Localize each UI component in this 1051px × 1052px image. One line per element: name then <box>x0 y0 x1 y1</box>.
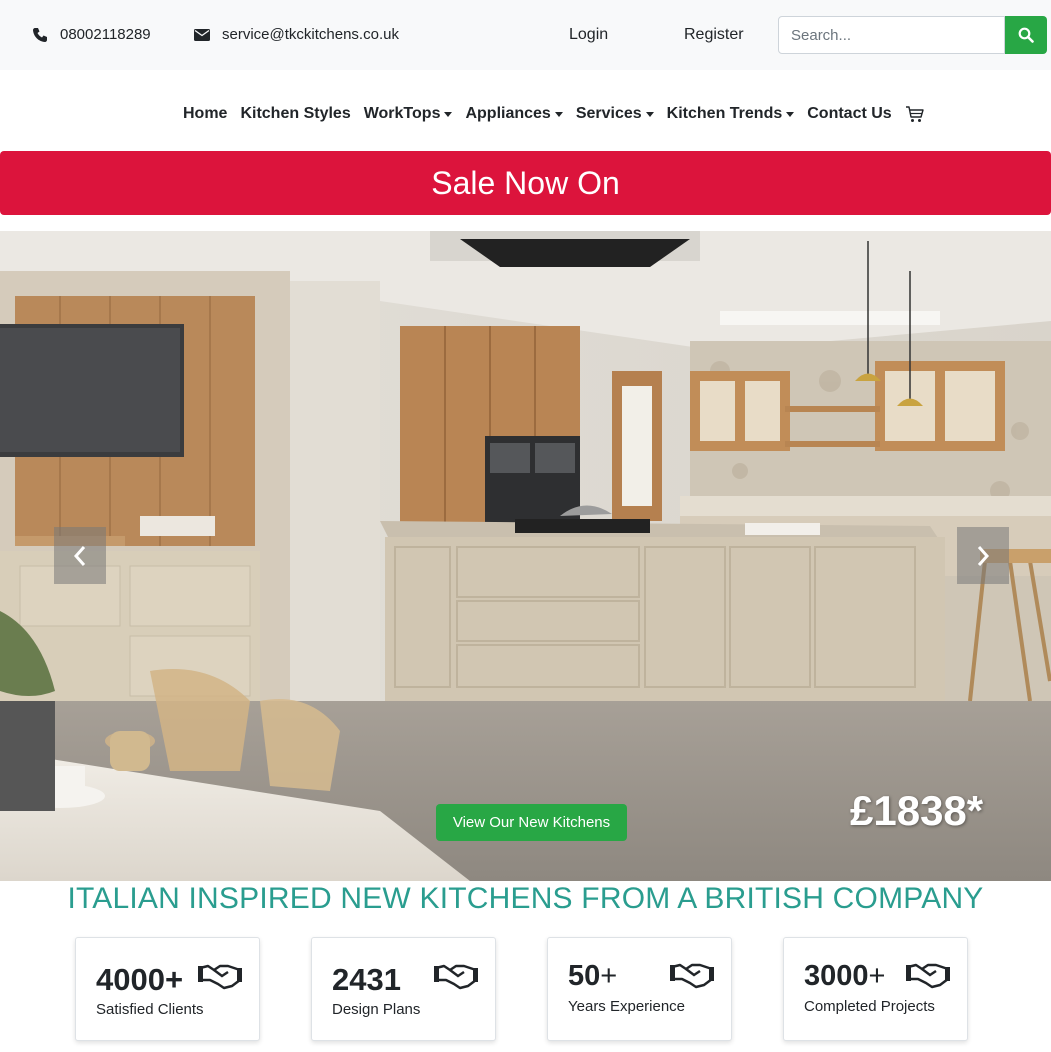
handshake-icon <box>670 963 714 989</box>
cart-button[interactable] <box>905 105 925 123</box>
search-button[interactable] <box>1005 16 1047 54</box>
caret-down-icon <box>444 111 453 117</box>
stat-card-projects: 3000+ Completed Projects <box>783 937 968 1041</box>
stat-number: 50 <box>568 960 601 992</box>
nav-appliances-label: Appliances <box>465 105 551 122</box>
stat-label: Design Plans <box>332 1001 421 1018</box>
stat-number: 3000 <box>804 960 869 992</box>
nav-contact-us[interactable]: Contact Us <box>807 105 891 123</box>
phone-icon <box>33 27 47 42</box>
nav-worktops-label: WorkTops <box>363 105 441 122</box>
stat-number: 2431 <box>332 962 401 997</box>
stat-suffix: + <box>868 960 886 992</box>
stat-value: 3000+ <box>804 960 885 993</box>
top-bar: 08002118289 service@tkckitchens.co.uk Lo… <box>0 0 1051 70</box>
register-link[interactable]: Register <box>684 26 744 44</box>
hero-carousel: £1838* View Our New Kitchens <box>0 231 1051 881</box>
caret-down-icon <box>786 111 795 117</box>
handshake-icon <box>198 964 242 990</box>
stat-suffix: + <box>164 962 184 997</box>
stat-card-clients: 4000+ Satisfied Clients <box>75 937 260 1041</box>
login-link[interactable]: Login <box>569 26 608 44</box>
view-kitchens-button[interactable]: View Our New Kitchens <box>436 804 627 841</box>
main-navbar: Home Kitchen Styles WorkTops Appliances … <box>0 70 1051 151</box>
stat-label: Completed Projects <box>804 998 935 1015</box>
cart-icon <box>905 106 924 122</box>
stat-value: 2431 <box>332 962 401 998</box>
nav-worktops-dropdown[interactable]: WorkTops <box>364 105 453 123</box>
nav-kitchen-trends-dropdown[interactable]: Kitchen Trends <box>667 105 795 123</box>
chevron-right-icon <box>977 545 990 566</box>
carousel-prev-button[interactable] <box>54 527 106 584</box>
stat-label: Years Experience <box>568 998 686 1015</box>
nav-appliances-dropdown[interactable]: Appliances <box>465 105 563 123</box>
handshake-icon <box>434 964 478 990</box>
email-contact[interactable]: service@tkckitchens.co.uk <box>194 26 399 43</box>
search-icon <box>1018 27 1034 43</box>
stat-label: Satisfied Clients <box>96 1001 204 1018</box>
phone-contact[interactable]: 08002118289 <box>32 26 151 43</box>
email-address: service@tkckitchens.co.uk <box>222 26 399 43</box>
chevron-left-icon <box>73 545 86 566</box>
stat-card-experience: 50+ Years Experience <box>547 937 732 1041</box>
nav-kitchen-trends-label: Kitchen Trends <box>666 105 783 122</box>
stat-card-design-plans: 2431 Design Plans <box>311 937 496 1041</box>
nav-services-dropdown[interactable]: Services <box>576 105 654 123</box>
caret-down-icon <box>645 111 654 117</box>
envelope-icon <box>194 28 210 41</box>
stat-value: 4000+ <box>96 962 183 998</box>
nav-services-label: Services <box>575 105 642 122</box>
stat-value: 50+ <box>568 960 617 993</box>
sale-banner[interactable]: Sale Now On <box>0 151 1051 215</box>
search-input[interactable] <box>778 16 1005 54</box>
nav-menu: Home Kitchen Styles WorkTops Appliances … <box>183 105 925 123</box>
nav-kitchen-styles[interactable]: Kitchen Styles <box>240 105 350 123</box>
hero-price: £1838* <box>850 787 984 834</box>
stat-suffix: + <box>600 960 618 992</box>
caret-down-icon <box>554 111 563 117</box>
kitchen-photo <box>0 231 1051 881</box>
handshake-icon <box>906 963 950 989</box>
phone-number: 08002118289 <box>60 26 151 43</box>
carousel-next-button[interactable] <box>957 527 1009 584</box>
section-headline: ITALIAN INSPIRED NEW KITCHENS FROM A BRI… <box>67 882 984 915</box>
nav-home[interactable]: Home <box>183 105 227 123</box>
stat-number: 4000 <box>96 962 165 997</box>
